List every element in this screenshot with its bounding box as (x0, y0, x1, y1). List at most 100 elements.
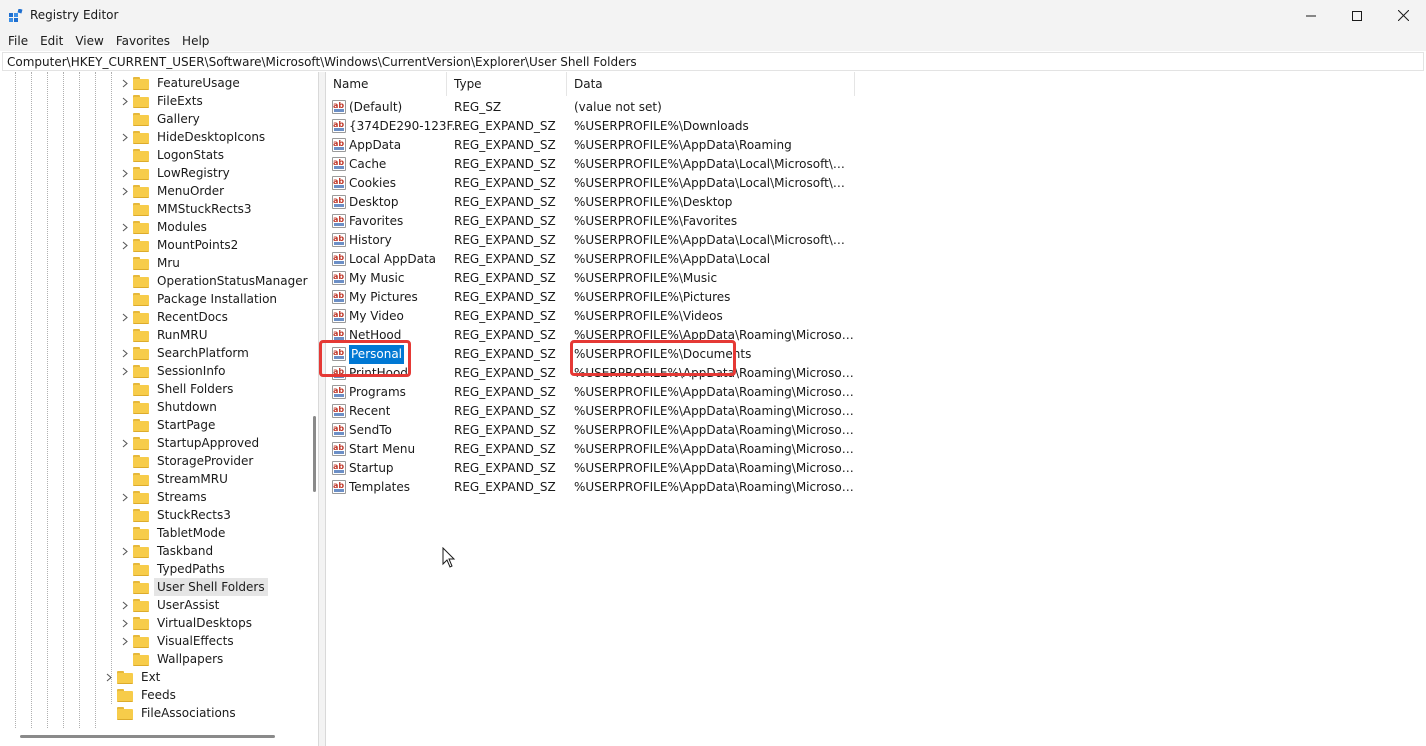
folder-icon (133, 580, 149, 594)
chevron-right-icon[interactable] (120, 308, 130, 326)
address-bar[interactable]: Computer\HKEY_CURRENT_USER\Software\Micr… (2, 52, 1424, 71)
tree-item[interactable]: HideDesktopIcons (122, 128, 268, 146)
close-button[interactable] (1380, 0, 1426, 31)
chevron-right-icon[interactable] (120, 362, 130, 380)
value-row[interactable]: ab Start Menu REG_EXPAND_SZ %USERPROFILE%\A… (326, 440, 856, 459)
value-row[interactable]: ab (Default) REG_SZ (value not set) (326, 98, 856, 117)
tree-vertical-scroll-thumb[interactable] (313, 416, 316, 492)
value-row[interactable]: ab My Pictures REG_EXPAND_SZ %USERPROFILE%\… (326, 288, 856, 307)
value-row[interactable]: ab SendTo REG_EXPAND_SZ %USERPROFILE%\AppDa… (326, 421, 856, 440)
tree-item[interactable]: LowRegistry (122, 164, 233, 182)
chevron-right-icon[interactable] (120, 344, 130, 362)
tree-item[interactable]: Feeds (117, 686, 179, 704)
tree-item[interactable]: TypedPaths (133, 560, 228, 578)
tree-item[interactable]: StreamMRU (133, 470, 231, 488)
column-header-type[interactable]: Type (447, 72, 567, 96)
tree-item-label: TabletMode (157, 526, 226, 540)
value-row[interactable]: ab My Music REG_EXPAND_SZ %USERPROFILE%\Mus… (326, 269, 856, 288)
value-row[interactable]: ab Cookies REG_EXPAND_SZ %USERPROFILE%\AppD… (326, 174, 856, 193)
column-header-data[interactable]: Data (567, 72, 855, 96)
tree-item[interactable]: StuckRects3 (133, 506, 234, 524)
value-row[interactable]: ab Startup REG_EXPAND_SZ %USERPROFILE%\AppD… (326, 459, 856, 478)
tree-item[interactable]: StartupApproved (122, 434, 262, 452)
maximize-button[interactable] (1334, 0, 1380, 31)
tree-item[interactable]: Modules (122, 218, 210, 236)
tree-item[interactable]: FileExts (122, 92, 206, 110)
menu-favorites[interactable]: Favorites (110, 31, 176, 51)
chevron-right-icon[interactable] (120, 92, 130, 110)
chevron-right-icon[interactable] (120, 434, 130, 452)
title-bar: Registry Editor (0, 0, 1426, 31)
column-header-name[interactable]: Name (326, 72, 447, 96)
chevron-right-icon[interactable] (120, 596, 130, 614)
menu-view[interactable]: View (69, 31, 109, 51)
chevron-right-icon[interactable] (120, 542, 130, 560)
tree-item[interactable]: StartPage (133, 416, 218, 434)
chevron-right-icon[interactable] (120, 488, 130, 506)
value-row[interactable]: ab My Video REG_EXPAND_SZ %USERPROFILE%\Vid… (326, 307, 856, 326)
chevron-right-icon[interactable] (120, 128, 130, 146)
folder-icon (117, 670, 133, 684)
value-row[interactable]: ab Personal REG_EXPAND_SZ %USERPROFILE%\Doc… (326, 344, 856, 365)
value-row[interactable]: ab AppData REG_EXPAND_SZ %USERPROFILE%\AppD… (326, 136, 856, 155)
chevron-right-icon[interactable] (104, 668, 114, 686)
value-row[interactable]: ab History REG_EXPAND_SZ %USERPROFILE%\AppD… (326, 231, 856, 250)
tree-item[interactable]: MenuOrder (122, 182, 227, 200)
value-row[interactable]: ab {374DE290-123F... REG_EXPAND_SZ %USERPRO… (326, 117, 856, 136)
value-row[interactable]: ab PrintHood REG_EXPAND_SZ %USERPROFILE%\Ap… (326, 364, 856, 383)
menu-help[interactable]: Help (176, 31, 215, 51)
value-name: NetHood (349, 328, 402, 342)
tree-item[interactable]: OperationStatusManager (133, 272, 311, 290)
value-row[interactable]: ab Local AppData REG_EXPAND_SZ %USERPROFILE… (326, 250, 856, 269)
tree-horizontal-scrollbar[interactable] (2, 728, 309, 746)
tree-item[interactable]: VisualEffects (122, 632, 237, 650)
tree-item[interactable]: FeatureUsage (122, 74, 243, 92)
tree-item[interactable]: Wallpapers (133, 650, 226, 668)
tree-item[interactable]: LogonStats (133, 146, 227, 164)
chevron-right-icon[interactable] (120, 218, 130, 236)
value-data: %USERPROFILE%\Favorites (574, 214, 738, 228)
tree-item[interactable]: FileAssociations (117, 704, 239, 722)
string-value-icon: ab (332, 252, 346, 266)
tree-item[interactable]: Mru (133, 254, 183, 272)
tree-vertical-scrollbar[interactable] (309, 72, 318, 746)
tree-item[interactable]: SearchPlatform (122, 344, 252, 362)
tree-item[interactable]: VirtualDesktops (122, 614, 255, 632)
chevron-right-icon[interactable] (120, 614, 130, 632)
tree-item[interactable]: Ext (106, 668, 163, 686)
chevron-right-icon[interactable] (120, 236, 130, 254)
tree-item[interactable]: UserAssist (122, 596, 222, 614)
tree-item[interactable]: SessionInfo (122, 362, 229, 380)
tree-item[interactable]: Shell Folders (133, 380, 236, 398)
tree-item[interactable]: RunMRU (133, 326, 210, 344)
folder-icon (133, 436, 149, 450)
menu-edit[interactable]: Edit (34, 31, 69, 51)
tree-item[interactable]: Taskband (122, 542, 216, 560)
value-row[interactable]: ab Cache REG_EXPAND_SZ %USERPROFILE%\AppDat… (326, 155, 856, 174)
chevron-right-icon[interactable] (120, 164, 130, 182)
tree-item[interactable]: User Shell Folders (133, 578, 268, 596)
tree-item[interactable]: TabletMode (133, 524, 228, 542)
menu-file[interactable]: File (2, 31, 34, 51)
value-data: %USERPROFILE%\AppData\Roaming\Microsoft\… (574, 366, 854, 380)
tree-item[interactable]: Shutdown (133, 398, 220, 416)
tree-item[interactable]: Package Installation (133, 290, 280, 308)
value-row[interactable]: ab Desktop REG_EXPAND_SZ %USERPROFILE%\Desk… (326, 193, 856, 212)
minimize-button[interactable] (1288, 0, 1334, 31)
chevron-right-icon[interactable] (120, 182, 130, 200)
value-row[interactable]: ab NetHood REG_EXPAND_SZ %USERPROFILE%\AppD… (326, 326, 856, 345)
value-row[interactable]: ab Programs REG_EXPAND_SZ %USERPROFILE%\App… (326, 383, 856, 402)
value-row[interactable]: ab Templates REG_EXPAND_SZ %USERPROFILE%\Ap… (326, 478, 856, 497)
chevron-right-icon[interactable] (120, 632, 130, 650)
value-row[interactable]: ab Recent REG_EXPAND_SZ %USERPROFILE%\AppDa… (326, 402, 856, 421)
tree-item[interactable]: StorageProvider (133, 452, 256, 470)
tree-item[interactable]: MMStuckRects3 (133, 200, 255, 218)
value-row[interactable]: ab Favorites REG_EXPAND_SZ %USERPROFILE%\Fa… (326, 212, 856, 231)
chevron-right-icon[interactable] (120, 74, 130, 92)
value-data: %USERPROFILE%\AppData\Local\Microsoft\Wi… (574, 233, 854, 247)
tree-item[interactable]: Gallery (133, 110, 203, 128)
tree-horizontal-scroll-thumb[interactable] (20, 735, 275, 738)
tree-item[interactable]: RecentDocs (122, 308, 231, 326)
tree-item[interactable]: MountPoints2 (122, 236, 241, 254)
tree-item[interactable]: Streams (122, 488, 210, 506)
